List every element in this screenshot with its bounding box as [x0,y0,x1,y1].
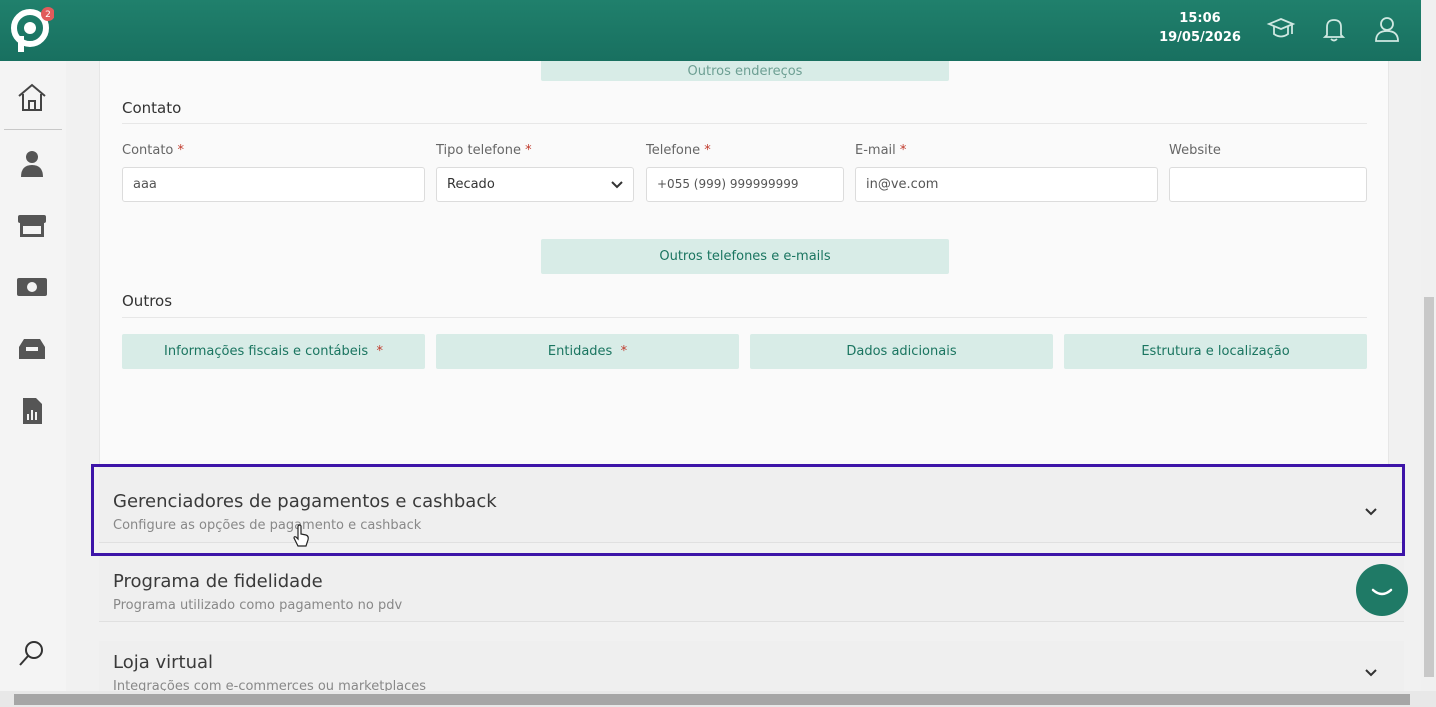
informacoes-fiscais-button[interactable]: Informações fiscais e contábeis * [122,334,425,369]
person-icon[interactable] [14,146,50,182]
hand-cursor-icon [293,524,309,547]
user-profile-icon[interactable] [1372,14,1402,44]
outros-telefones-button[interactable]: Outros telefones e e-mails [541,239,949,274]
website-label: Website [1169,143,1221,158]
search-icon[interactable] [14,636,50,672]
tipo-telefone-label: Tipo telefone * [436,143,532,158]
accordion-subtitle: Integrações com e-commerces ou marketpla… [113,679,427,691]
contato-section-title: Contato [122,99,182,117]
report-icon[interactable] [14,393,50,429]
contato-input[interactable]: aaa [122,167,425,202]
chevron-down-icon[interactable] [1362,664,1380,682]
telefone-label: Telefone * [646,143,711,158]
logo-badge: 2 [45,10,51,20]
contato-label: Contato * [122,143,185,158]
accordion-title: Programa de fidelidade [113,571,323,592]
form-card: Outros endereços Contato Contato * aaa T… [99,61,1389,523]
chevron-down-icon [611,181,623,189]
entidades-button[interactable]: Entidades * [436,334,739,369]
bell-icon[interactable] [1319,14,1349,44]
email-input[interactable]: in@ve.com [855,167,1158,202]
highlight-box [91,464,1405,556]
app-logo[interactable]: 2 [10,6,54,54]
sidebar-divider [4,129,62,130]
tipo-telefone-value: Recado [447,177,495,192]
contato-divider [122,123,1367,124]
telefone-input[interactable]: +055 (999) 999999999 [646,167,844,202]
outros-enderecos-button[interactable]: Outros endereços [541,61,949,81]
outros-section-title: Outros [122,292,173,310]
accordion-loja-virtual[interactable]: Loja virtual Integrações com e-commerces… [99,641,1404,691]
store-icon[interactable] [14,207,50,243]
outros-divider [122,317,1367,318]
accordion-fidelidade[interactable]: Programa de fidelidade Programa utilizad… [99,556,1404,622]
accordion-subtitle: Programa utilizado como pagamento no pdv [113,598,403,613]
vertical-scroll-thumb[interactable] [1424,297,1434,677]
inbox-icon[interactable] [14,331,50,367]
top-bar: 2 15:06 19/05/2026 [0,0,1421,61]
graduation-cap-icon[interactable] [1266,14,1296,44]
clock-date: 19/05/2026 [1159,30,1241,45]
main-content: Outros endereços Contato Contato * aaa T… [66,61,1421,691]
clock: 15:06 19/05/2026 [1158,9,1242,47]
sidebar [0,61,66,691]
chat-button[interactable] [1356,564,1408,616]
home-icon[interactable] [14,79,50,115]
accordion-title: Loja virtual [113,652,214,673]
horizontal-scroll-thumb[interactable] [14,694,1410,705]
clock-time: 15:06 [1179,11,1221,26]
email-label: E-mail * [855,143,907,158]
money-icon[interactable] [14,269,50,305]
chat-smile-icon [1371,588,1393,596]
dados-adicionais-button[interactable]: Dados adicionais [750,334,1053,369]
tipo-telefone-select[interactable]: Recado [436,167,634,202]
website-input[interactable] [1169,167,1367,202]
estrutura-localizacao-button[interactable]: Estrutura e localização [1064,334,1367,369]
